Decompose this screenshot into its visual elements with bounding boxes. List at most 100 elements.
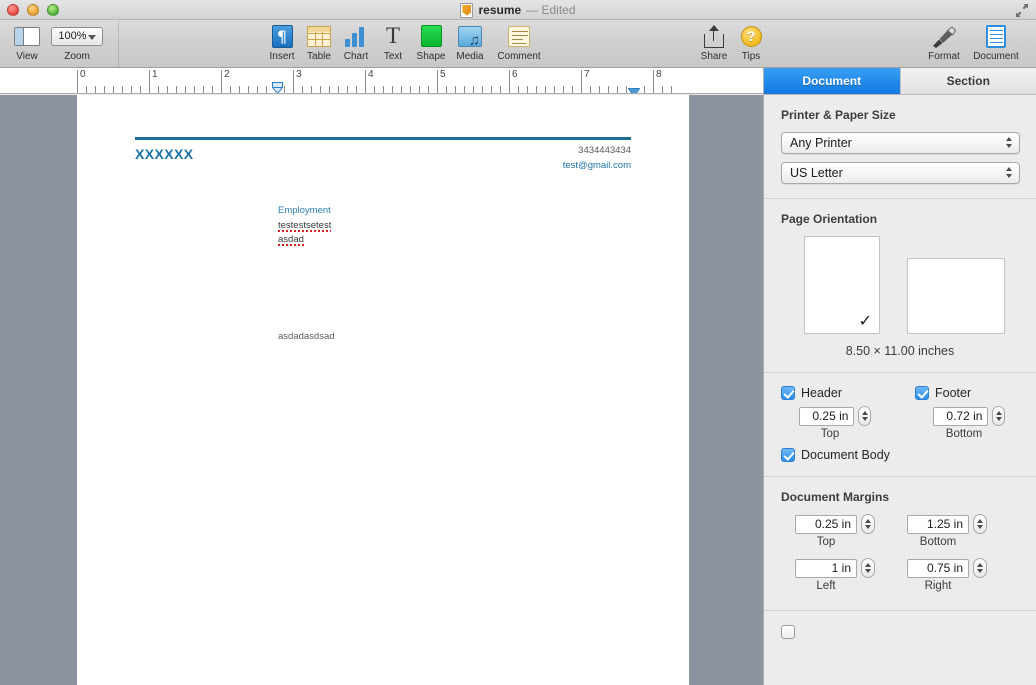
toolbar-media-button[interactable]: Media <box>443 23 497 62</box>
document-body-checkbox-row[interactable]: Document Body <box>781 448 1019 462</box>
toolbar-comment-button[interactable]: Comment <box>492 23 546 62</box>
inspector-tab-bar: Document Section <box>764 68 1036 95</box>
printer-select-value: Any Printer <box>790 136 852 150</box>
printer-select[interactable]: Any Printer <box>781 132 1020 154</box>
right-indent-marker[interactable] <box>627 84 641 93</box>
printer-paper-heading: Printer & Paper Size <box>781 108 896 122</box>
footer-margin-caption: Bottom <box>945 428 983 440</box>
toolbar-format-button[interactable]: Format <box>917 23 971 62</box>
document-canvas[interactable]: XXXXXX 3434443434 test@gmail.com Employm… <box>0 95 763 685</box>
edited-status: — Edited <box>526 3 576 17</box>
footer-checkbox-row[interactable]: Footer <box>915 386 1005 400</box>
footer-margin-stepper[interactable] <box>992 406 1005 426</box>
shape-icon <box>420 25 442 47</box>
chevron-down-icon <box>88 34 96 40</box>
footer-checkbox[interactable] <box>915 386 929 400</box>
comment-icon <box>508 25 530 47</box>
document-margins-section: Document Margins 0.25 in Top 1.25 in Bot… <box>764 477 1036 611</box>
margin-bottom-stepper[interactable] <box>973 514 987 534</box>
footer-margin-input[interactable]: 0.72 in <box>933 406 989 426</box>
contact-email[interactable]: test@gmail.com <box>563 160 631 171</box>
header-checkbox[interactable] <box>781 386 795 400</box>
margin-left-input[interactable]: 1 in <box>795 558 857 578</box>
resume-name-heading[interactable]: XXXXXX <box>135 146 193 162</box>
document-body-label: Document Body <box>801 448 890 462</box>
main-toolbar: View 100% Zoom Insert <box>0 20 1036 68</box>
tab-section[interactable]: Section <box>900 68 1036 94</box>
share-upload-icon <box>704 24 724 48</box>
margins-grid: 0.25 in Top 1.25 in Bottom 1 in Left 0.7… <box>781 514 1019 592</box>
toolbar-view-button[interactable]: View <box>0 23 54 62</box>
margin-left-stepper[interactable] <box>861 558 875 578</box>
orientation-options: ✓ <box>781 236 1019 334</box>
title-bar: resume — Edited <box>0 0 1036 20</box>
document-inspector-icon <box>986 24 1006 48</box>
toolbar-comment-label: Comment <box>497 51 541 62</box>
toolbar-document-button[interactable]: Document <box>969 23 1023 62</box>
orientation-landscape-option[interactable] <box>907 258 1005 334</box>
view-sidebar-icon <box>14 26 40 46</box>
toolbar-media-label: Media <box>456 51 484 62</box>
section-heading-employment[interactable]: Employment <box>278 205 331 216</box>
toolbar-view-label: View <box>16 51 38 62</box>
zoom-popup-icon[interactable]: 100% <box>51 26 103 46</box>
paper-dimensions-label: 8.50 × 11.00 inches <box>845 344 955 358</box>
left-indent-marker[interactable] <box>271 81 284 93</box>
toolbar-document-label: Document <box>973 51 1019 62</box>
chevron-updown-icon <box>1006 137 1012 148</box>
document-body-checkbox[interactable] <box>781 448 795 462</box>
ruler-tick-1: 1 <box>152 69 158 80</box>
body-text-line-1[interactable]: testestsetest <box>278 220 332 232</box>
toolbar-chart-label: Chart <box>343 51 369 62</box>
window-controls <box>7 4 59 16</box>
bar-chart-icon <box>344 26 368 47</box>
close-button[interactable] <box>7 4 19 16</box>
chevron-updown-icon <box>1006 167 1012 178</box>
toolbar-format-label: Format <box>928 51 960 62</box>
fullscreen-arrows-icon[interactable] <box>1014 3 1030 18</box>
margin-right-input[interactable]: 0.75 in <box>907 558 969 578</box>
toolbar-zoom-control[interactable]: 100% Zoom <box>50 23 104 62</box>
toolbar-text-label: Text <box>383 51 403 62</box>
document-page[interactable]: XXXXXX 3434443434 test@gmail.com Employm… <box>77 95 689 685</box>
document-inspector-panel: Document Section Printer & Paper Size An… <box>763 68 1036 685</box>
tab-document[interactable]: Document <box>764 68 901 94</box>
minimize-button[interactable] <box>27 4 39 16</box>
pages-app-window: resume — Edited View 100% Zoom ¶ Insert … <box>0 0 1036 685</box>
misspelled-word: testestsetest <box>278 220 332 232</box>
ruler-tick-4: 4 <box>368 69 374 80</box>
zoom-button[interactable] <box>47 4 59 16</box>
body-text-line-2[interactable]: asdad <box>278 234 304 246</box>
ruler-tick-2: 2 <box>224 69 230 80</box>
media-icon <box>458 25 482 47</box>
ruler-tick-5: 5 <box>440 69 446 80</box>
paper-size-value: US Letter <box>790 166 843 180</box>
insert-paragraph-icon <box>271 24 293 48</box>
horizontal-ruler[interactable]: 0 1 2 3 4 5 6 7 8 <box>0 68 763 94</box>
misspelled-word: asdad <box>278 234 304 246</box>
zoom-value: 100% <box>58 30 87 42</box>
header-margin-stepper[interactable] <box>858 406 871 426</box>
margin-top-stepper[interactable] <box>861 514 875 534</box>
document-margins-heading: Document Margins <box>781 490 890 504</box>
ruler-tick-0: 0 <box>80 69 86 80</box>
margin-bottom-cell: 1.25 in Bottom <box>907 514 1005 548</box>
margin-right-caption: Right <box>924 580 952 592</box>
ruler-tick-8: 8 <box>656 69 662 80</box>
window-title: resume <box>478 3 522 17</box>
free-text-line[interactable]: asdadasdsad <box>278 331 335 342</box>
clipped-checkbox-below-fold[interactable] <box>781 625 795 639</box>
toolbar-shape-label: Shape <box>416 51 446 62</box>
margin-right-stepper[interactable] <box>973 558 987 578</box>
toolbar-zoom-label: Zoom <box>64 51 90 62</box>
margin-bottom-input[interactable]: 1.25 in <box>907 514 969 534</box>
margin-top-input[interactable]: 0.25 in <box>795 514 857 534</box>
checkmark-icon: ✓ <box>858 311 872 330</box>
contact-phone[interactable]: 3434443434 <box>578 145 631 156</box>
header-margin-input[interactable]: 0.25 in <box>799 406 855 426</box>
orientation-portrait-option[interactable]: ✓ <box>804 236 880 334</box>
toolbar-tips-button[interactable]: ? Tips <box>724 23 778 62</box>
paper-size-select[interactable]: US Letter <box>781 162 1020 184</box>
margin-left-caption: Left <box>816 580 836 592</box>
header-checkbox-row[interactable]: Header <box>781 386 871 400</box>
